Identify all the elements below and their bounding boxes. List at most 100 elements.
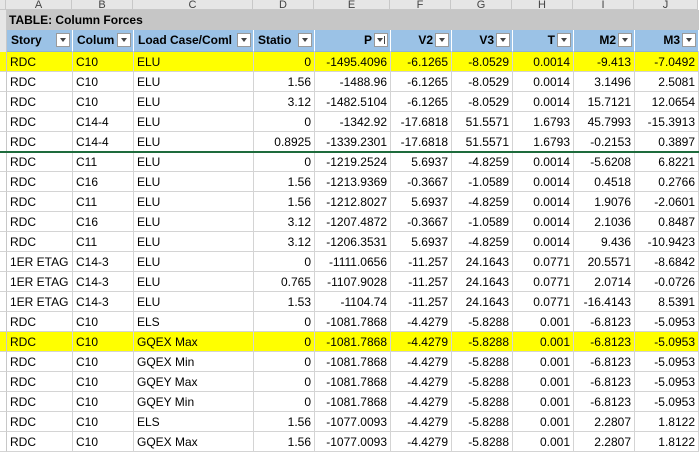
cell-station[interactable]: 0 (254, 352, 315, 372)
cell-v2[interactable]: -4.4279 (391, 432, 452, 452)
cell-v2[interactable]: -4.4279 (391, 352, 452, 372)
cell-story[interactable]: RDC (7, 332, 73, 352)
cell-t[interactable]: 0.0771 (513, 252, 574, 272)
cell-station[interactable]: 0.765 (254, 272, 315, 292)
cell-story[interactable]: RDC (7, 192, 73, 212)
cell-p[interactable]: -1081.7868 (315, 352, 391, 372)
cell-t[interactable]: 0.001 (513, 352, 574, 372)
cell-p[interactable]: -1081.7868 (315, 312, 391, 332)
cell-load-case[interactable]: GQEX Max (134, 332, 254, 352)
cell-column[interactable]: C10 (73, 52, 134, 72)
cell-v3[interactable]: -4.8259 (452, 232, 513, 252)
column-letter-d[interactable]: D (253, 0, 314, 10)
header-p[interactable]: P (315, 30, 391, 52)
cell-story[interactable]: 1ER ETAG (7, 292, 73, 312)
cell-station[interactable]: 0 (254, 372, 315, 392)
cell-v3[interactable]: -4.8259 (452, 152, 513, 172)
cell-station[interactable]: 1.56 (254, 172, 315, 192)
cell-v3[interactable]: 24.1643 (452, 272, 513, 292)
cell-p[interactable]: -1488.96 (315, 72, 391, 92)
cell-m2[interactable]: 2.2807 (574, 432, 635, 452)
cell-t[interactable]: 0.001 (513, 412, 574, 432)
column-letter-b[interactable]: B (72, 0, 133, 10)
cell-m2[interactable]: -6.8123 (574, 332, 635, 352)
filter-dropdown-icon[interactable] (298, 33, 312, 47)
cell-v3[interactable]: -5.8288 (452, 352, 513, 372)
cell-v2[interactable]: -6.1265 (391, 92, 452, 112)
cell-column[interactable]: C14-3 (73, 272, 134, 292)
header-load-case[interactable]: Load Case/Coml (134, 30, 254, 52)
cell-v3[interactable]: 24.1643 (452, 252, 513, 272)
cell-station[interactable]: 0.8925 (254, 132, 315, 152)
cell-v3[interactable]: -4.8259 (452, 192, 513, 212)
filter-dropdown-icon[interactable] (682, 33, 696, 47)
cell-v2[interactable]: -6.1265 (391, 52, 452, 72)
cell-story[interactable]: RDC (7, 392, 73, 412)
cell-p[interactable]: -1213.9369 (315, 172, 391, 192)
cell-column[interactable]: C10 (73, 432, 134, 452)
cell-column[interactable]: C10 (73, 92, 134, 112)
cell-p[interactable]: -1219.2524 (315, 152, 391, 172)
cell-m2[interactable]: -6.8123 (574, 312, 635, 332)
cell-story[interactable]: RDC (7, 232, 73, 252)
cell-v2[interactable]: -17.6818 (391, 132, 452, 152)
cell-v2[interactable]: 5.6937 (391, 192, 452, 212)
cell-station[interactable]: 1.56 (254, 192, 315, 212)
cell-m3[interactable]: 0.8487 (635, 212, 699, 232)
cell-t[interactable]: 0.0014 (513, 232, 574, 252)
cell-t[interactable]: 0.0771 (513, 272, 574, 292)
cell-story[interactable]: RDC (7, 132, 73, 152)
header-t[interactable]: T (513, 30, 574, 52)
cell-t[interactable]: 0.001 (513, 312, 574, 332)
cell-p[interactable]: -1081.7868 (315, 332, 391, 352)
cell-m2[interactable]: 9.436 (574, 232, 635, 252)
header-column[interactable]: Colum (73, 30, 134, 52)
cell-m2[interactable]: -6.8123 (574, 352, 635, 372)
cell-p[interactable]: -1111.0656 (315, 252, 391, 272)
cell-t[interactable]: 0.0014 (513, 152, 574, 172)
cell-station[interactable]: 0 (254, 112, 315, 132)
cell-m3[interactable]: 0.3897 (635, 132, 699, 152)
cell-column[interactable]: C10 (73, 352, 134, 372)
column-letter-g[interactable]: G (451, 0, 512, 10)
cell-load-case[interactable]: GQEY Max (134, 372, 254, 392)
cell-m3[interactable]: 2.5081 (635, 72, 699, 92)
cell-t[interactable]: 0.0014 (513, 212, 574, 232)
filter-dropdown-icon[interactable] (237, 33, 251, 47)
cell-m2[interactable]: 1.9076 (574, 192, 635, 212)
cell-p[interactable]: -1077.0093 (315, 432, 391, 452)
cell-t[interactable]: 1.6793 (513, 112, 574, 132)
cell-v3[interactable]: -8.0529 (452, 72, 513, 92)
cell-v2[interactable]: -4.4279 (391, 372, 452, 392)
cell-load-case[interactable]: ELU (134, 52, 254, 72)
cell-column[interactable]: C11 (73, 192, 134, 212)
cell-p[interactable]: -1482.5104 (315, 92, 391, 112)
cell-t[interactable]: 0.001 (513, 392, 574, 412)
cell-story[interactable]: RDC (7, 52, 73, 72)
cell-m2[interactable]: 2.2807 (574, 412, 635, 432)
cell-v3[interactable]: -8.0529 (452, 92, 513, 112)
cell-column[interactable]: C14-4 (73, 132, 134, 152)
cell-station[interactable]: 1.53 (254, 292, 315, 312)
cell-story[interactable]: 1ER ETAG (7, 272, 73, 292)
filter-dropdown-icon[interactable] (496, 33, 510, 47)
cell-v3[interactable]: -1.0589 (452, 212, 513, 232)
filter-dropdown-icon[interactable] (435, 33, 449, 47)
cell-station[interactable]: 3.12 (254, 232, 315, 252)
cell-m3[interactable]: 8.5391 (635, 292, 699, 312)
cell-v2[interactable]: -4.4279 (391, 392, 452, 412)
cell-p[interactable]: -1206.3531 (315, 232, 391, 252)
filter-dropdown-icon[interactable] (557, 33, 571, 47)
cell-station[interactable]: 0 (254, 392, 315, 412)
cell-m3[interactable]: -8.6842 (635, 252, 699, 272)
cell-t[interactable]: 0.0771 (513, 292, 574, 312)
cell-load-case[interactable]: GQEX Min (134, 352, 254, 372)
cell-column[interactable]: C16 (73, 172, 134, 192)
cell-p[interactable]: -1207.4872 (315, 212, 391, 232)
cell-m3[interactable]: -5.0953 (635, 312, 699, 332)
cell-v2[interactable]: -4.4279 (391, 312, 452, 332)
cell-load-case[interactable]: GQEY Min (134, 392, 254, 412)
cell-v2[interactable]: -4.4279 (391, 412, 452, 432)
header-m3[interactable]: M3 (635, 30, 699, 52)
cell-v2[interactable]: -4.4279 (391, 332, 452, 352)
